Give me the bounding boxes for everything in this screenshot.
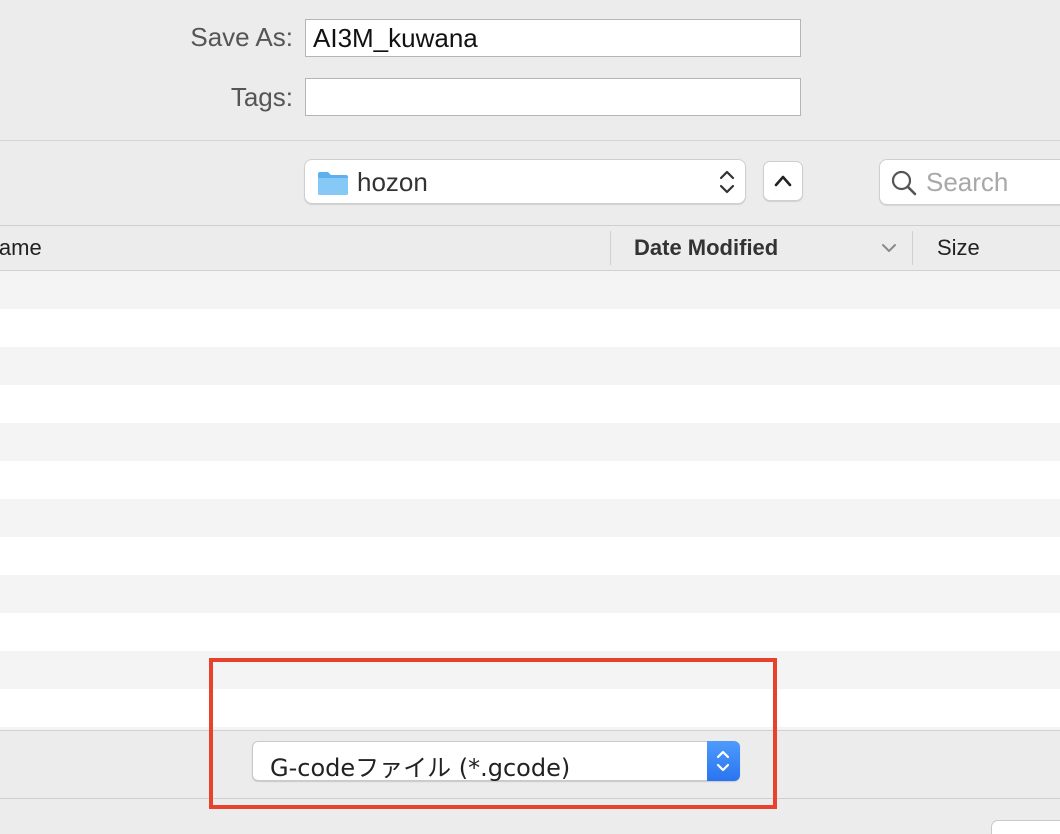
- empty-list-row: [0, 613, 1060, 651]
- empty-list-row: [0, 423, 1060, 461]
- file-list[interactable]: [0, 271, 1060, 730]
- empty-list-row: [0, 575, 1060, 613]
- tags-label: Tags:: [230, 82, 293, 112]
- search-input[interactable]: [926, 165, 1060, 199]
- empty-list-row: [0, 537, 1060, 575]
- column-header: Name Date Modified Size: [0, 225, 1060, 271]
- empty-list-row: [0, 651, 1060, 689]
- format-bar: G-codeファイル (*.gcode): [0, 730, 1060, 799]
- magnifier-icon: [891, 170, 917, 196]
- empty-list-row: [0, 689, 1060, 727]
- folder-icon: [318, 172, 348, 195]
- chevron-up-icon: [774, 175, 792, 187]
- empty-list-row: [0, 385, 1060, 423]
- bottom-right-button[interactable]: [991, 820, 1060, 834]
- empty-list-row: [0, 347, 1060, 385]
- empty-list-row: [0, 499, 1060, 537]
- file-format-popup[interactable]: G-codeファイル (*.gcode): [252, 741, 740, 782]
- column-separator[interactable]: [610, 231, 611, 265]
- up-down-chevron-icon: [716, 750, 730, 772]
- location-label: hozon: [357, 167, 428, 197]
- save-dialog: Save As: Tags: hozon Name Date Modif: [0, 0, 1060, 834]
- empty-list-row: [0, 309, 1060, 347]
- column-separator[interactable]: [912, 231, 913, 265]
- parent-folder-button[interactable]: [763, 161, 803, 201]
- column-size[interactable]: Size: [937, 235, 980, 261]
- save-as-field[interactable]: [305, 19, 801, 57]
- column-date-modified[interactable]: Date Modified: [634, 235, 778, 261]
- file-format-label: G-codeファイル (*.gcode): [270, 754, 571, 782]
- format-stepper: [707, 741, 740, 781]
- tags-field[interactable]: [305, 78, 801, 116]
- empty-list-row: [0, 271, 1060, 309]
- divider: [0, 140, 1060, 141]
- column-name[interactable]: Name: [0, 235, 42, 261]
- up-down-chevron-icon: [719, 170, 735, 194]
- empty-list-row: [0, 461, 1060, 499]
- chevron-down-icon: [882, 244, 896, 252]
- search-field[interactable]: [879, 159, 1060, 205]
- save-as-label: Save As:: [190, 22, 293, 52]
- location-popup[interactable]: hozon: [304, 159, 746, 204]
